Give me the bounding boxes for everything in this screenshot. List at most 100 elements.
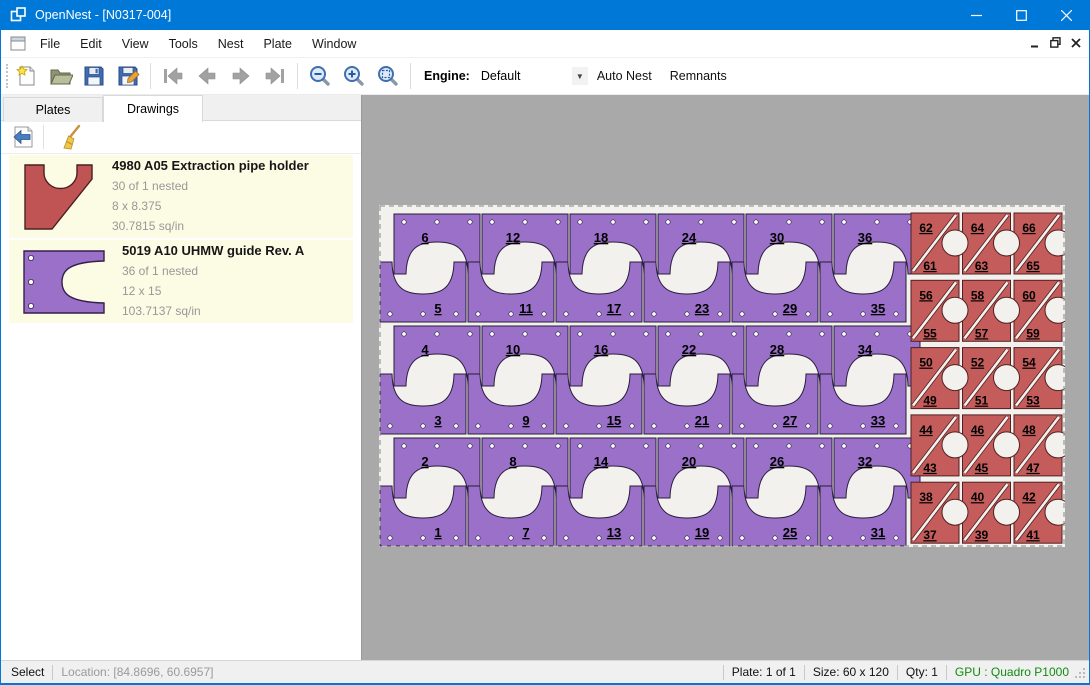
zoom-fit-button[interactable] xyxy=(371,61,405,91)
part-number: 10 xyxy=(506,342,520,357)
previous-plate-button[interactable] xyxy=(190,61,224,91)
part-circular-cutout xyxy=(994,499,1020,525)
menu-item-window[interactable]: Window xyxy=(302,32,366,56)
mdi-restore-icon[interactable] xyxy=(1050,35,1061,53)
document-icon[interactable] xyxy=(10,36,26,51)
save-as-button[interactable] xyxy=(111,61,145,91)
mdi-close-icon[interactable] xyxy=(1071,35,1081,53)
drawing-title: 5019 A10 UHMW guide Rev. A xyxy=(122,243,304,258)
menu-item-plate[interactable]: Plate xyxy=(253,32,302,56)
part-number: 37 xyxy=(923,528,937,542)
drawings-list: 4980 A05 Extraction pipe holder 30 of 1 … xyxy=(1,155,361,325)
status-separator xyxy=(897,665,898,680)
chevron-down-icon[interactable]: ▼ xyxy=(572,67,588,85)
clear-drawings-button[interactable] xyxy=(54,123,86,151)
engine-selected-value: Default xyxy=(481,69,521,83)
zoom-in-button[interactable] xyxy=(337,61,371,91)
part-number: 64 xyxy=(971,221,985,235)
window-title: OpenNest - [N0317-004] xyxy=(35,8,171,22)
part-number: 19 xyxy=(695,525,709,540)
part-number: 25 xyxy=(783,525,797,540)
part-number: 27 xyxy=(783,413,797,428)
part-number: 59 xyxy=(1026,326,1040,340)
part-number: 52 xyxy=(971,356,985,370)
part-number: 40 xyxy=(971,490,985,504)
part-number: 2 xyxy=(421,454,428,469)
plate-view[interactable]: 6512111817242330293635431091615222128273… xyxy=(379,205,1065,547)
part-number: 12 xyxy=(506,230,520,245)
part-number: 4 xyxy=(421,342,429,357)
part-circular-cutout xyxy=(942,432,968,458)
toolbar-separator xyxy=(297,63,298,89)
part-circular-cutout xyxy=(942,230,968,256)
part-number: 36 xyxy=(858,230,872,245)
menu-item-file[interactable]: File xyxy=(30,32,70,56)
part-number: 31 xyxy=(871,525,885,540)
part-number: 65 xyxy=(1026,259,1040,273)
part-number: 41 xyxy=(1026,528,1040,542)
menu-item-edit[interactable]: Edit xyxy=(70,32,112,56)
engine-select[interactable]: Default ▼ xyxy=(476,65,588,87)
part-number: 66 xyxy=(1022,221,1036,235)
part-number: 63 xyxy=(975,259,989,273)
engine-label: Engine: xyxy=(424,69,470,83)
part-number: 6 xyxy=(421,230,428,245)
nest-canvas[interactable]: 6512111817242330293635431091615222128273… xyxy=(361,95,1090,660)
part-number: 13 xyxy=(607,525,621,540)
menu-item-tools[interactable]: Tools xyxy=(159,32,208,56)
part-number: 46 xyxy=(971,423,985,437)
import-drawing-button[interactable] xyxy=(7,123,39,151)
part-number: 22 xyxy=(682,342,696,357)
part-number: 47 xyxy=(1026,461,1040,475)
drawing-list-item[interactable]: 5019 A10 UHMW guide Rev. A 36 of 1 neste… xyxy=(9,240,353,323)
part-number: 44 xyxy=(919,423,933,437)
remnants-button[interactable]: Remnants xyxy=(661,63,736,89)
plate-count: Plate: 1 of 1 xyxy=(732,665,796,679)
part-number: 33 xyxy=(871,413,885,428)
toolbar-separator xyxy=(410,63,411,89)
part-number: 16 xyxy=(594,342,608,357)
part-number: 32 xyxy=(858,454,872,469)
part-circular-cutout xyxy=(994,297,1020,323)
part-circular-cutout xyxy=(942,365,968,391)
mdi-minimize-icon[interactable] xyxy=(1030,35,1040,53)
new-file-button[interactable] xyxy=(9,61,43,91)
status-separator xyxy=(946,665,947,680)
part-number: 43 xyxy=(923,461,937,475)
drawing-list-item[interactable]: 4980 A05 Extraction pipe holder 30 of 1 … xyxy=(9,155,353,238)
part-number: 57 xyxy=(975,326,989,340)
part-number: 60 xyxy=(1022,288,1036,302)
tab-drawings[interactable]: Drawings xyxy=(103,95,203,122)
toolbar-separator xyxy=(43,125,44,149)
part-number: 26 xyxy=(770,454,784,469)
part-number: 24 xyxy=(682,230,697,245)
last-plate-button[interactable] xyxy=(258,61,292,91)
next-plate-button[interactable] xyxy=(224,61,258,91)
sidebar-tabstrip: Plates Drawings xyxy=(1,95,361,121)
resize-grip[interactable] xyxy=(1075,667,1086,681)
close-button[interactable] xyxy=(1044,0,1089,30)
menu-item-nest[interactable]: Nest xyxy=(208,32,254,56)
auto-nest-button[interactable]: Auto Nest xyxy=(588,63,661,89)
part-number: 51 xyxy=(975,394,989,408)
part-number: 56 xyxy=(919,288,933,302)
part-number: 48 xyxy=(1022,423,1036,437)
tab-plates[interactable]: Plates xyxy=(3,97,103,122)
drawing-area: 103.7137 sq/in xyxy=(122,301,304,321)
menu-bar: FileEditViewToolsNestPlateWindow xyxy=(1,30,1089,58)
app-window: OpenNest - [N0317-004] FileEditViewTools… xyxy=(0,0,1090,685)
part-number: 50 xyxy=(919,356,933,370)
plate-qty: Qty: 1 xyxy=(906,665,938,679)
first-plate-button[interactable] xyxy=(156,61,190,91)
save-button[interactable] xyxy=(77,61,111,91)
zoom-out-button[interactable] xyxy=(303,61,337,91)
part-circular-cutout xyxy=(994,365,1020,391)
title-bar: OpenNest - [N0317-004] xyxy=(1,0,1089,30)
part-number: 61 xyxy=(923,259,937,273)
minimize-button[interactable] xyxy=(954,0,999,30)
status-separator xyxy=(804,665,805,680)
maximize-button[interactable] xyxy=(999,0,1044,30)
menu-item-view[interactable]: View xyxy=(112,32,159,56)
part-number: 17 xyxy=(607,301,621,316)
open-file-button[interactable] xyxy=(43,61,77,91)
